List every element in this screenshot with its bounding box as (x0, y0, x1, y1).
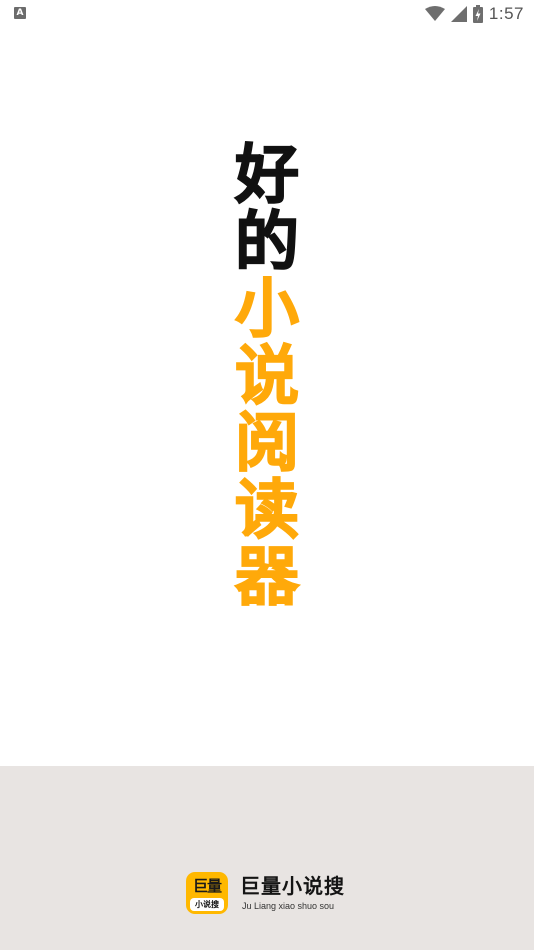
title-char: 好 (234, 139, 300, 213)
brand-subtitle: Ju Liang xiao shuo sou (242, 901, 335, 911)
footer-brand-area: 巨量 小说搜 巨量小说搜 Ju Liang xiao shuo sou (0, 766, 534, 950)
wifi-icon (424, 6, 445, 21)
clock: 1:57 (488, 4, 524, 23)
brand-name: 巨量小说搜 (240, 874, 345, 898)
notification-icon: A (14, 7, 26, 19)
app-icon: 巨量 小说搜 (186, 872, 228, 914)
title-char: 阅 (234, 407, 300, 481)
status-icons: 1:57 (424, 3, 524, 25)
title-char: 小 (234, 273, 300, 347)
brand-logo: 巨量 小说搜 巨量小说搜 Ju Liang xiao shuo sou (186, 872, 345, 914)
splash-title: 好的小说阅读器 (232, 139, 302, 615)
splash-screen: 好的小说阅读器 (0, 28, 534, 766)
title-char: 的 (234, 206, 300, 280)
status-bar: A 1:57 (0, 0, 534, 28)
brand-text: 巨量小说搜 Ju Liang xiao shuo sou (240, 874, 345, 912)
battery-charging-icon (472, 5, 483, 23)
cell-signal-icon (450, 6, 467, 22)
title-char: 读 (234, 474, 300, 548)
app-icon-bottom-text: 小说搜 (190, 898, 224, 911)
app-icon-top-text: 巨量 (192, 877, 222, 895)
title-char: 器 (234, 541, 300, 615)
title-char: 说 (234, 340, 300, 414)
